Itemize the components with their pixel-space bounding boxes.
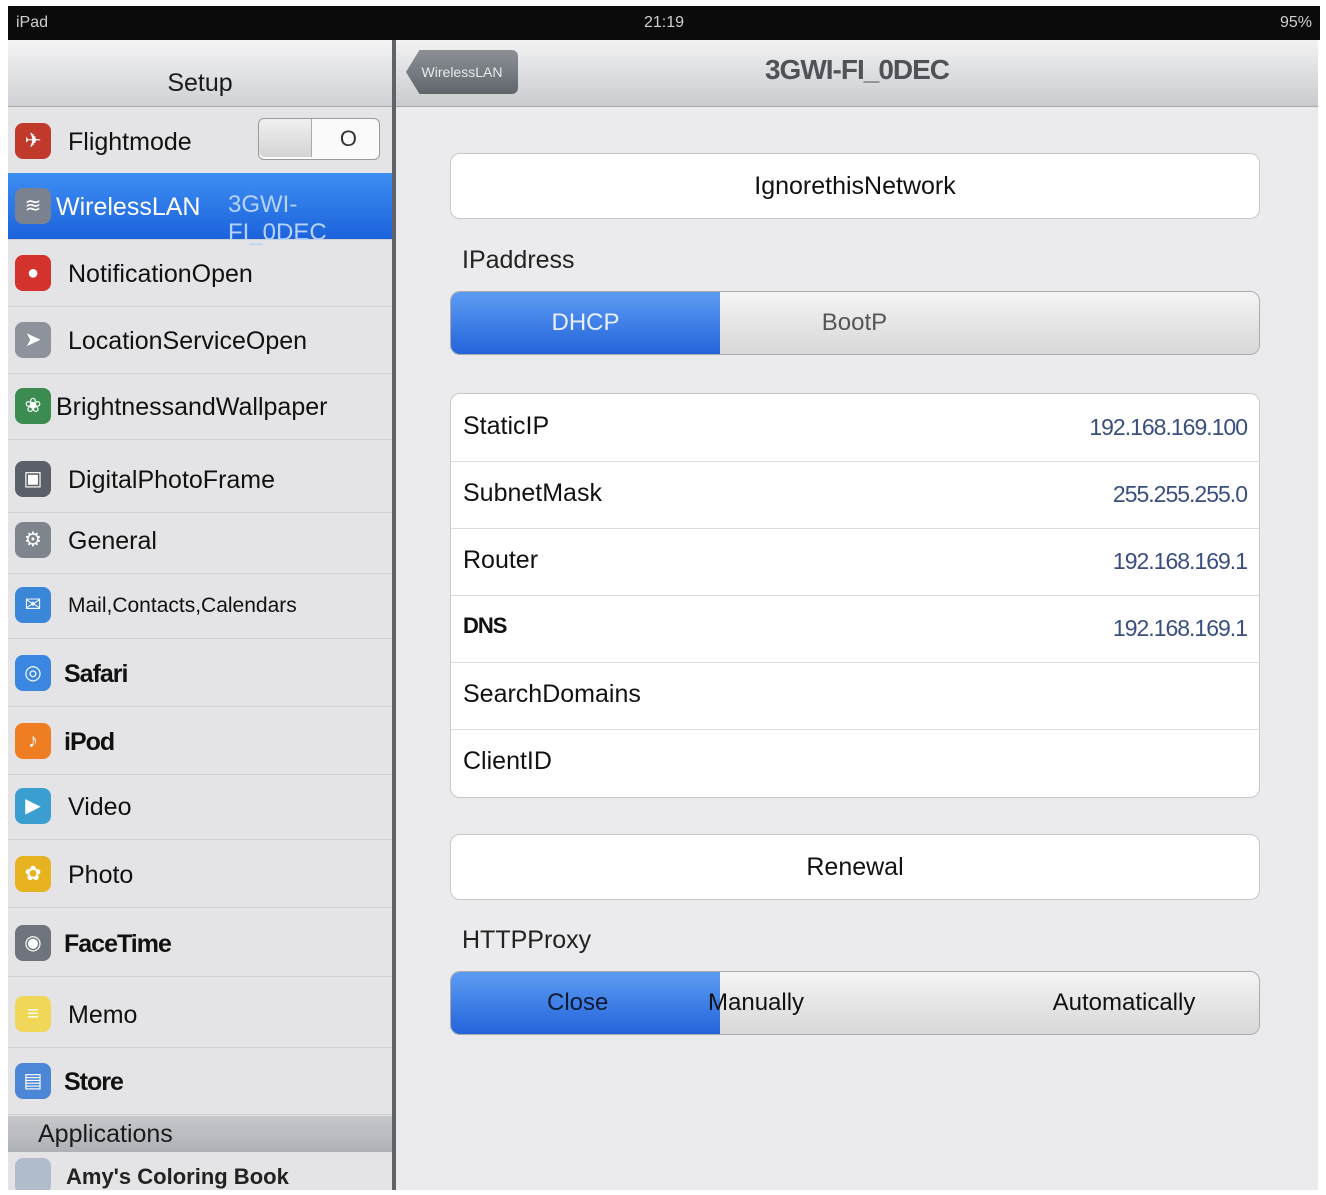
flightmode-toggle[interactable]: O: [258, 118, 380, 160]
segment-bootp[interactable]: BootP: [720, 292, 990, 354]
battery-indicator: 95%: [1279, 14, 1312, 31]
row-key: ClientID: [463, 747, 552, 775]
sidebar-item-label: Amy's Coloring Book: [66, 1164, 289, 1189]
store-icon: ▤: [15, 1063, 51, 1099]
sidebar-item-general[interactable]: ⚙ General: [8, 507, 392, 574]
airplane-icon: ✈: [15, 123, 51, 159]
segment-close[interactable]: Close: [451, 972, 721, 1034]
row-value: 192.168.169.1: [1112, 548, 1248, 574]
segment-manually[interactable]: Manually: [708, 972, 990, 1034]
ignore-network-button[interactable]: IgnorethisNetwork: [450, 153, 1260, 219]
row-value: 192.168.169.1: [1112, 615, 1248, 641]
sidebar-item-brightness[interactable]: ❀ BrightnessandWallpaper: [8, 373, 392, 440]
status-bar: iPad 21:19 95%: [8, 6, 1320, 40]
photo-icon: ✿: [15, 856, 51, 892]
mail-icon: ✉: [15, 587, 51, 623]
app-icon: [15, 1158, 51, 1190]
segment-dhcp[interactable]: DHCP: [451, 292, 721, 354]
table-row[interactable]: SubnetMask 255.255.255.0: [451, 461, 1259, 529]
applications-section-header: Applications: [8, 1116, 392, 1152]
sidebar-item-label: WirelessLAN: [56, 193, 201, 221]
sidebar-item-wirelesslan[interactable]: ≋ WirelessLAN 3GWI-FI_0DEC: [8, 173, 392, 246]
location-icon: ➤: [15, 322, 51, 358]
http-proxy-label: HTTPProxy: [462, 926, 592, 954]
sidebar-item-store[interactable]: ▤ Store: [8, 1048, 392, 1115]
status-time: 21:19: [643, 14, 685, 31]
sidebar-item-label: Photo: [68, 861, 134, 889]
row-key: DNS: [463, 613, 507, 638]
row-key: SearchDomains: [463, 680, 641, 708]
sidebar-item-label: Memo: [68, 1001, 138, 1029]
notification-icon: ●: [15, 255, 51, 291]
sidebar-item-label: LocationServiceOpen: [68, 327, 308, 355]
sidebar-item-label: Flightmode: [68, 128, 192, 156]
facetime-icon: ◉: [15, 925, 51, 961]
row-value: 192.168.169.100: [1089, 414, 1248, 440]
sidebar-item-label: FaceTime: [64, 930, 172, 958]
proxy-mode-segmented-control: Close Manually Automatically: [450, 971, 1260, 1035]
table-row[interactable]: Router 192.168.169.1: [451, 528, 1259, 596]
segment-close-label: Close: [547, 989, 609, 1016]
wifi-icon: ≋: [15, 188, 51, 224]
row-key: Router: [463, 546, 539, 574]
sidebar-item-mail[interactable]: ✉ Mail,Contacts,Calendars: [8, 572, 392, 639]
segment-manually-label: Manually: [708, 989, 805, 1016]
sidebar-title: Setup: [8, 40, 392, 107]
table-row[interactable]: StaticIP 192.168.169.100: [451, 394, 1259, 462]
sidebar-item-label: DigitalPhotoFrame: [68, 466, 276, 494]
row-key: StaticIP: [463, 412, 550, 440]
sidebar-item-app[interactable]: Amy's Coloring Book: [8, 1152, 392, 1190]
toggle-knob: [259, 119, 312, 157]
video-icon: ▶: [15, 788, 51, 824]
network-detail-panel: IgnorethisNetwork IPaddress DHCP BootP S…: [396, 107, 1318, 1190]
table-row[interactable]: ClientID: [451, 729, 1259, 796]
safari-icon: ◎: [15, 655, 51, 691]
memo-icon: ≡: [15, 996, 51, 1032]
sidebar-item-location[interactable]: ➤ LocationServiceOpen: [8, 307, 392, 374]
segment-automatically[interactable]: Automatically: [989, 972, 1259, 1034]
photo-frame-icon: ▣: [15, 461, 51, 497]
sidebar-item-label: iPod: [64, 728, 115, 756]
sidebar-item-photo-frame[interactable]: ▣ DigitalPhotoFrame: [8, 446, 392, 513]
sidebar-item-label: Safari: [64, 660, 128, 688]
sidebar-item-photo[interactable]: ✿ Photo: [8, 841, 392, 908]
sidebar-item-label: General: [68, 527, 157, 555]
sidebar-item-label: Store: [64, 1068, 124, 1096]
sidebar-item-facetime[interactable]: ◉ FaceTime: [8, 910, 392, 977]
sidebar-item-ipod[interactable]: ♪ iPod: [8, 708, 392, 775]
sidebar-item-label: NotificationOpen: [68, 260, 253, 288]
table-row[interactable]: SearchDomains: [451, 662, 1259, 730]
ip-settings-table: StaticIP 192.168.169.100 SubnetMask 255.…: [450, 393, 1260, 798]
sidebar-item-label: Mail,Contacts,Calendars: [68, 594, 297, 617]
gear-icon: ⚙: [15, 522, 51, 558]
toggle-state-label: O: [339, 126, 357, 151]
detail-navbar: WirelessLAN 3GWI-FI_0DEC: [396, 40, 1318, 107]
sidebar-item-label: Video: [68, 793, 132, 821]
row-key: SubnetMask: [463, 479, 602, 507]
ip-mode-segmented-control: DHCP BootP: [450, 291, 1260, 355]
current-network-name: 3GWI-FI_0DEC: [228, 191, 327, 246]
ipod-icon: ♪: [15, 723, 51, 759]
wallpaper-icon: ❀: [15, 388, 51, 424]
sidebar-item-label: BrightnessandWallpaper: [56, 393, 328, 421]
sidebar-item-safari[interactable]: ◎ Safari: [8, 640, 392, 707]
table-row[interactable]: DNS 192.168.169.1: [451, 595, 1259, 663]
sidebar-item-notification[interactable]: ● NotificationOpen: [8, 240, 392, 307]
page-title: 3GWI-FI_0DEC: [764, 54, 950, 85]
row-value: 255.255.255.0: [1112, 481, 1248, 507]
renew-lease-button[interactable]: Renewal: [450, 834, 1260, 900]
sidebar-item-memo[interactable]: ≡ Memo: [8, 981, 392, 1048]
sidebar-item-video[interactable]: ▶ Video: [8, 773, 392, 840]
ip-address-label: IPaddress: [462, 246, 575, 274]
segment-static[interactable]: [989, 292, 1259, 354]
settings-sidebar: Setup ✈ Flightmode ≋ WirelessLAN 3GWI-FI…: [8, 40, 392, 1190]
